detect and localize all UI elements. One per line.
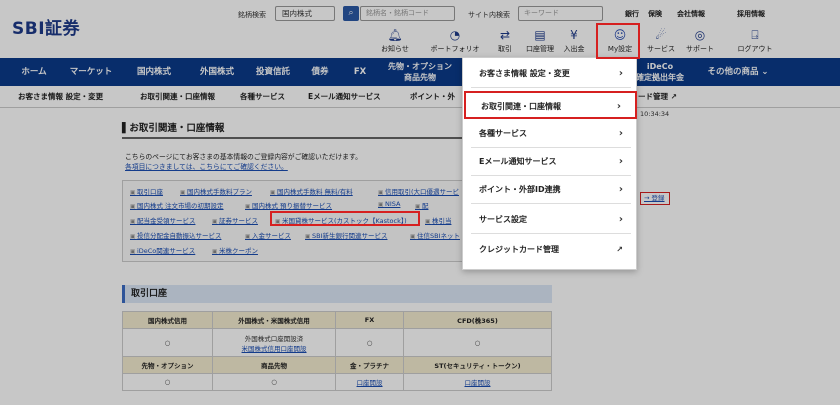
nav-other[interactable]: その他の商品 ⌄ bbox=[698, 58, 778, 86]
toplink-insurance[interactable]: 保険 bbox=[648, 9, 662, 19]
link-securities[interactable]: 証券サービス bbox=[212, 215, 258, 225]
external-link-icon: ↗ bbox=[616, 245, 623, 254]
logout-icon: ⍈ bbox=[751, 28, 759, 42]
chevron-down-icon: ⌄ bbox=[761, 67, 769, 77]
notice-button[interactable]: 🔔︎ お知らせ bbox=[368, 28, 422, 54]
toplink-bank[interactable]: 銀行 bbox=[625, 9, 639, 19]
headset-icon: ◎ bbox=[694, 28, 706, 42]
subnav-customer-info[interactable]: お客さま情報 設定・変更 bbox=[18, 91, 103, 102]
toplink-careers[interactable]: 採用情報 bbox=[737, 9, 765, 19]
dd-services[interactable]: 各種サービス › bbox=[471, 120, 631, 148]
link-nisa[interactable]: NISA bbox=[378, 200, 400, 208]
link-us-coupon[interactable]: 米株クーポン bbox=[212, 245, 258, 255]
subnav-card[interactable]: ード管理 ↗ bbox=[638, 91, 677, 102]
intro-text: こちらのページにてお客さまの基本情報のご登録内容がご確認いただけます。 bbox=[125, 153, 362, 161]
dd-service-settings[interactable]: サービス設定 › bbox=[471, 206, 631, 234]
site-search-input[interactable]: キーワード bbox=[518, 6, 603, 21]
chevron-right-icon: › bbox=[618, 128, 623, 139]
chevron-right-icon: › bbox=[618, 68, 623, 79]
link-account[interactable]: 取引口座 bbox=[130, 186, 163, 196]
section-trade-account: 取引口座 bbox=[122, 285, 552, 303]
sbi-logo[interactable]: SBI証券 bbox=[12, 14, 80, 39]
account-table: 国内株式信用 外国株式・米国株式信用 FX CFD(株365) ○ 外国株式口座開設済米… bbox=[122, 311, 553, 391]
link-market-default[interactable]: 国内株式 注文市場の初期設定 bbox=[130, 200, 224, 210]
link-deposit[interactable]: 入金サービス bbox=[245, 230, 291, 240]
dd-customer-info[interactable]: お客さま情報 設定・変更 › bbox=[471, 60, 631, 88]
nav-ideco[interactable]: iDeCo 確定拠出年金 bbox=[630, 58, 690, 86]
support-button[interactable]: ◎ サポート bbox=[673, 28, 727, 54]
link-margin[interactable]: 信用取引(大口優遇サービ bbox=[378, 186, 459, 196]
site-search-label: サイト内検索 bbox=[468, 11, 510, 19]
subnav-account-info[interactable]: お取引関連・口座情報 bbox=[140, 91, 215, 102]
external-link-icon: ↗ bbox=[670, 92, 677, 101]
subnav-points[interactable]: ポイント・外 bbox=[410, 91, 455, 102]
chevron-right-icon: › bbox=[618, 214, 623, 225]
dd-credit-card[interactable]: クレジットカード管理 ↗ bbox=[471, 236, 631, 264]
link-fee-free[interactable]: 国内株式手数料 無料/有料 bbox=[270, 186, 353, 196]
st-open-link[interactable]: 口座開設 bbox=[402, 373, 553, 391]
stock-search-label: 銘柄検索 bbox=[238, 11, 266, 19]
link-dividend-short[interactable]: 配 bbox=[415, 200, 429, 210]
gold-open-link[interactable]: 口座開設 bbox=[335, 373, 404, 391]
toplink-company[interactable]: 会社情報 bbox=[677, 9, 705, 19]
timestamp: 10:34:34 bbox=[640, 110, 670, 118]
nav-futures[interactable]: 先物・オプション 商品先物 bbox=[378, 58, 462, 86]
link-transfer[interactable]: 国内株式 預り振替サービス bbox=[245, 200, 332, 210]
stock-search-icon[interactable]: ⌕ bbox=[343, 6, 359, 21]
dd-account-info[interactable]: お取引関連・口座情報 › bbox=[464, 91, 637, 119]
chart-icon: ◔ bbox=[449, 28, 461, 42]
nav-bonds[interactable]: 債券 bbox=[300, 58, 340, 86]
nav-foreign-stock[interactable]: 外国株式 bbox=[186, 58, 248, 86]
nav-home[interactable]: ホーム bbox=[10, 58, 58, 86]
nav-market[interactable]: マーケット bbox=[62, 58, 120, 86]
side-register-link[interactable]: → 登録 bbox=[640, 192, 670, 205]
subnav-email[interactable]: Eメール通知サービス bbox=[308, 91, 381, 102]
intro-link[interactable]: 各項目につきましては、こちらにてご確認ください。 bbox=[125, 161, 288, 171]
stock-search-input[interactable]: 銘柄名・銘柄コード bbox=[360, 6, 455, 21]
chevron-right-icon: › bbox=[618, 156, 623, 167]
user-icon: ☺ bbox=[613, 28, 627, 42]
nav-domestic-stock[interactable]: 国内株式 bbox=[124, 58, 184, 86]
dd-points[interactable]: ポイント・外部ID連携 › bbox=[471, 176, 631, 204]
subnav-services[interactable]: 各種サービス bbox=[240, 91, 285, 102]
chevron-right-icon: › bbox=[616, 101, 621, 112]
nav-funds[interactable]: 投資信託 bbox=[248, 58, 298, 86]
link-ideco[interactable]: iDeCo関連サービス bbox=[130, 245, 195, 255]
nav-fx[interactable]: FX bbox=[345, 58, 375, 86]
link-fund-auto[interactable]: 投信分配金自動振込サービス bbox=[130, 230, 222, 240]
mysettings-button[interactable]: ☺ My設定 bbox=[593, 28, 647, 54]
kastock-highlight bbox=[270, 211, 420, 226]
logout-button[interactable]: ⍈ ログアウト bbox=[728, 28, 782, 54]
us-margin-link[interactable]: 米国株式信用口座開設 bbox=[213, 343, 335, 353]
link-sumishin[interactable]: 住信SBIネット bbox=[410, 230, 460, 240]
link-stock-allot[interactable]: 株引当 bbox=[425, 215, 452, 225]
bell-icon: 🔔︎ bbox=[387, 28, 403, 42]
dd-email[interactable]: Eメール通知サービス › bbox=[471, 148, 631, 176]
mysettings-dropdown: お客さま情報 設定・変更 › お取引関連・口座情報 › 各種サービス › Eメール通知… bbox=[462, 57, 637, 270]
link-dividend[interactable]: 配当金受領サービス bbox=[130, 215, 196, 225]
link-shinsei[interactable]: SBI新生銀行関連サービス bbox=[305, 230, 388, 240]
portfolio-button[interactable]: ◔ ポートフォリオ bbox=[428, 28, 482, 54]
market-select[interactable]: 国内株式 bbox=[275, 6, 335, 21]
link-fee-plan[interactable]: 国内株式手数料プラン bbox=[180, 186, 252, 196]
chevron-right-icon: › bbox=[618, 184, 623, 195]
